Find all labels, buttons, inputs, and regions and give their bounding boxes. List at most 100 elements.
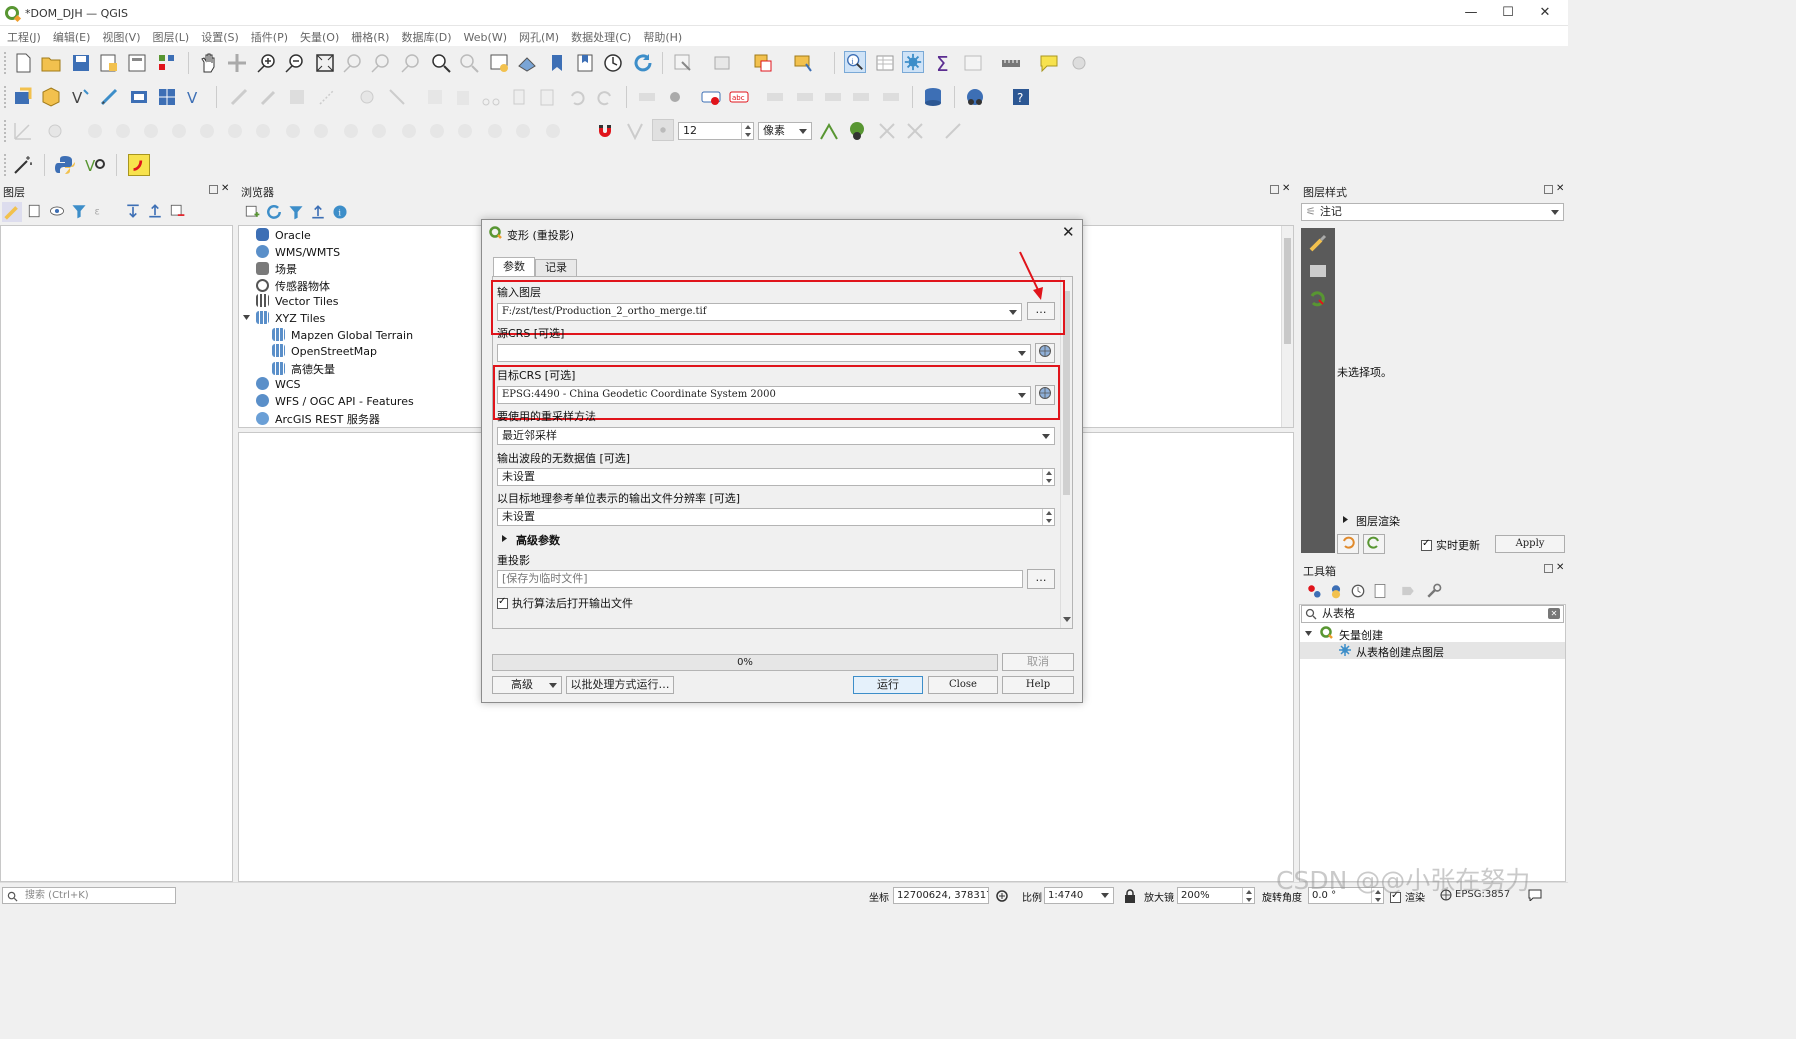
browser-item[interactable]: WCS <box>256 377 301 391</box>
offset-curve-icon[interactable] <box>252 120 274 142</box>
map-tips-icon[interactable] <box>1038 52 1060 74</box>
nodata-spinbox[interactable]: 未设置 <box>497 468 1055 486</box>
snapping-units-select[interactable]: 像素 <box>758 122 812 140</box>
history-clock-icon[interactable] <box>1349 582 1367 600</box>
snapping-type-icon[interactable] <box>652 119 674 141</box>
browser-item[interactable]: 高德矢量 <box>272 361 335 377</box>
menu-raster[interactable]: 栅格(R) <box>344 26 394 45</box>
open-layer-styling-icon[interactable] <box>2 202 22 222</box>
split-features-icon[interactable] <box>282 120 304 142</box>
reverse-line-icon[interactable] <box>484 120 506 142</box>
expand-all-icon[interactable] <box>124 202 142 220</box>
menu-web[interactable]: Web(W) <box>457 28 512 44</box>
reshape-icon[interactable] <box>224 120 246 142</box>
browser-item[interactable]: WMS/WMTS <box>256 244 340 259</box>
menu-database[interactable]: 数据库(D) <box>394 26 456 45</box>
bookmark-icon[interactable] <box>546 52 568 74</box>
identify-icon[interactable]: i <box>844 51 866 73</box>
close-panel-icon[interactable]: ✕ <box>1282 183 1290 194</box>
zoom-full-icon[interactable] <box>314 52 336 74</box>
browser-item[interactable]: OpenStreetMap <box>272 344 377 358</box>
delete-part-icon[interactable] <box>196 120 218 142</box>
browser-item[interactable]: ArcGIS REST 服务器 <box>256 411 380 427</box>
current-edits-icon[interactable] <box>228 86 250 108</box>
float-panel-icon[interactable] <box>1270 185 1279 194</box>
undo-style-button[interactable] <box>1337 534 1359 554</box>
save-edits-icon[interactable] <box>286 86 308 108</box>
diagram-icon[interactable]: abc <box>728 86 750 108</box>
browser-scrollbar-thumb[interactable] <box>1284 238 1291 344</box>
offset-point-icon[interactable] <box>426 120 448 142</box>
merge-features-icon[interactable] <box>340 120 362 142</box>
magnifier-spinbox[interactable]: 200% <box>1177 887 1255 904</box>
new-shapefile-icon[interactable]: V <box>70 86 92 108</box>
save-project-icon[interactable] <box>70 52 92 74</box>
toolbox-search-input[interactable]: 从表格 <box>1301 605 1564 623</box>
open-project-icon[interactable] <box>40 52 62 74</box>
minimize-button[interactable]: — <box>1456 3 1486 23</box>
open-output-checkbox[interactable]: 执行算法后打开输出文件 <box>497 595 633 611</box>
self-snapping-icon[interactable] <box>876 120 898 142</box>
add-ring-icon[interactable] <box>84 120 106 142</box>
apply-style-button[interactable]: Apply <box>1495 535 1565 553</box>
network-analysis-icon[interactable] <box>964 86 986 108</box>
float-panel-icon[interactable] <box>1544 185 1553 194</box>
collapse-arrow-icon[interactable] <box>242 313 251 322</box>
tracing-icon[interactable] <box>904 120 926 142</box>
snap-intersection-icon[interactable] <box>846 120 868 142</box>
toolbox-item-create-points-from-table[interactable]: 从表格创建点图层 <box>1356 644 1444 660</box>
attribute-table-icon[interactable] <box>874 52 896 74</box>
float-panel-icon[interactable] <box>1544 564 1553 573</box>
style-layer-select[interactable]: ⚟ 注记 <box>1301 203 1564 221</box>
add-selected-layers-icon[interactable] <box>243 203 261 221</box>
menu-plugins[interactable]: 插件(P) <box>244 26 293 45</box>
manage-visibility-icon[interactable] <box>48 202 66 220</box>
menu-view[interactable]: 视图(V) <box>95 26 145 45</box>
tab-log[interactable]: 记录 <box>535 259 577 277</box>
style-manager-icon[interactable] <box>156 52 178 74</box>
zoom-out-icon[interactable] <box>284 52 306 74</box>
coordinate-input[interactable]: 12700624, 3783170 <box>893 887 989 904</box>
statistics-sigma-icon[interactable]: Σ <box>932 52 954 74</box>
batch-process-button[interactable]: 以批处理方式运行… <box>566 676 674 694</box>
undo-icon[interactable] <box>566 86 588 108</box>
identify-features-icon[interactable] <box>672 52 694 74</box>
snapping-mode-icon[interactable] <box>624 120 646 142</box>
browser-item[interactable]: Mapzen Global Terrain <box>272 327 413 342</box>
temporal-controller-icon[interactable] <box>602 52 624 74</box>
scripts-icon[interactable] <box>1327 582 1345 600</box>
cut-features-icon[interactable] <box>480 86 502 108</box>
advanced-menu-button[interactable]: 高级 <box>492 676 562 694</box>
new-3d-view-icon[interactable] <box>516 52 538 74</box>
show-bookmarks-icon[interactable] <box>574 52 596 74</box>
toggle-extents-icon[interactable] <box>995 889 1009 903</box>
clear-search-icon[interactable]: ✕ <box>1548 608 1560 619</box>
field-calculator-icon[interactable] <box>962 52 984 74</box>
select-features-icon[interactable] <box>712 52 734 74</box>
close-panel-icon[interactable]: ✕ <box>221 183 229 194</box>
lock-scale-icon[interactable] <box>1124 889 1136 903</box>
source-crs-select[interactable] <box>497 344 1031 362</box>
browser-item[interactable]: Vector Tiles <box>256 294 339 308</box>
pin-labels-icon[interactable] <box>664 86 686 108</box>
paste-features-icon[interactable] <box>536 86 558 108</box>
zoom-selection-icon[interactable] <box>342 52 364 74</box>
filter-legend-icon[interactable] <box>70 202 88 220</box>
rotate-label-icon[interactable] <box>794 86 816 108</box>
close-panel-icon[interactable]: ✕ <box>1556 562 1564 573</box>
rotate-feature-icon[interactable] <box>542 120 564 142</box>
reprojected-output-input[interactable]: [保存为临时文件] <box>497 570 1023 588</box>
locator-search-input[interactable]: 搜索 (Ctrl+K) <box>2 887 176 904</box>
add-vector-icon[interactable]: V <box>184 86 206 108</box>
resampling-select[interactable]: 最近邻采样 <box>497 427 1055 445</box>
browser-item[interactable]: 场景 <box>256 261 297 277</box>
layers-tree[interactable] <box>0 225 233 882</box>
zoom-in-icon[interactable] <box>256 52 278 74</box>
python-console-icon[interactable] <box>54 154 76 176</box>
menu-vector[interactable]: 矢量(O) <box>293 26 344 45</box>
show-hide-labels-icon[interactable] <box>850 86 872 108</box>
toolbar-grip[interactable] <box>4 52 8 74</box>
zoom-next-icon[interactable] <box>458 52 480 74</box>
menu-layer[interactable]: 图层(L) <box>145 26 194 45</box>
maximize-button[interactable]: ☐ <box>1493 3 1523 23</box>
